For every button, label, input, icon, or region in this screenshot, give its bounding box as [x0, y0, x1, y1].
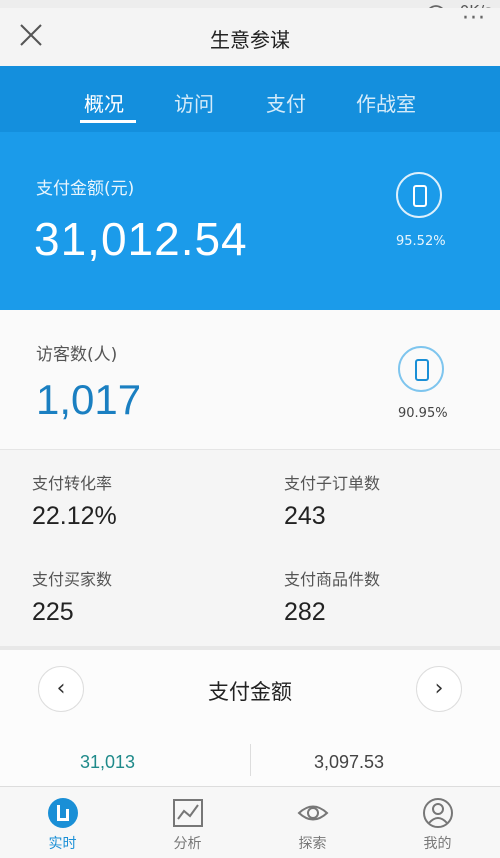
payment-amount-label: 支付金额(元): [36, 179, 135, 199]
metric-value: 243: [284, 502, 326, 530]
chart-value-compare: 3,097.53: [314, 752, 385, 772]
nav-realtime[interactable]: 实时: [0, 787, 125, 858]
metric-value: 282: [284, 598, 326, 626]
chart-values: 31,013 3,097.53: [0, 732, 500, 786]
divider: [250, 744, 251, 776]
mobile-share-icon: [396, 172, 442, 218]
nav-label: 探索: [298, 836, 327, 852]
metric-value: 225: [32, 598, 74, 626]
metric-items: 支付商品件数 282: [284, 566, 500, 627]
metric-sub-orders: 支付子订单数 243: [284, 470, 500, 531]
nav-explore[interactable]: 探索: [250, 787, 375, 858]
metric-label: 支付转化率: [32, 474, 113, 493]
tab-payment[interactable]: 支付: [266, 88, 306, 117]
top-bar: 生意参谋 ···: [0, 6, 500, 66]
page-title: 生意参谋: [210, 28, 290, 52]
phone-icon: [413, 185, 427, 207]
nav-label: 分析: [173, 836, 202, 852]
mobile-ratio: 95.52%: [396, 234, 446, 249]
metric-buyers: 支付买家数 225: [32, 566, 252, 627]
metric-conversion-rate: 支付转化率 22.12%: [32, 470, 252, 531]
nav-profile[interactable]: 我的: [375, 787, 500, 858]
payment-amount-value: 31,012.54: [34, 213, 248, 265]
realtime-icon: [47, 798, 78, 828]
chart-header: ‹ 支付金额 ›: [0, 650, 500, 732]
visitors-label: 访客数(人): [36, 345, 118, 365]
tab-bar: 概况 访问 支付 作战室: [0, 66, 500, 132]
visitors-value: 1,017: [36, 376, 142, 423]
tab-overview[interactable]: 概况: [84, 88, 124, 117]
tab-war-room[interactable]: 作战室: [356, 88, 416, 117]
metrics-grid: 支付转化率 22.12% 支付子订单数 243 支付买家数 225 支付商品件数…: [0, 450, 500, 646]
nav-analysis[interactable]: 分析: [125, 787, 250, 858]
mobile-share-icon: [398, 346, 444, 392]
bottom-nav: 实时 分析 探索 我的: [0, 786, 500, 858]
chart-value-today: 31,013: [80, 752, 136, 772]
visitors-panel: 访客数(人) 1,017 90.95%: [0, 310, 500, 450]
tab-visits[interactable]: 访问: [174, 88, 214, 117]
nav-label: 实时: [48, 836, 77, 852]
payment-summary-panel: 概况 访问 支付 作战室 支付金额(元) 31,012.54 95.52%: [0, 66, 500, 310]
next-button[interactable]: ›: [416, 666, 462, 712]
explore-icon: [297, 805, 328, 821]
metric-label: 支付买家数: [32, 570, 113, 589]
metric-label: 支付商品件数: [284, 570, 381, 589]
active-tab-indicator: [80, 120, 136, 123]
profile-icon: [422, 798, 453, 828]
nav-label: 我的: [423, 836, 452, 852]
more-menu-icon[interactable]: ···: [462, 6, 486, 31]
analysis-icon: [172, 799, 203, 827]
metric-label: 支付子订单数: [284, 474, 381, 493]
metric-value: 22.12%: [32, 502, 117, 530]
visitors-mobile-ratio: 90.95%: [398, 406, 448, 421]
phone-icon: [415, 359, 429, 381]
